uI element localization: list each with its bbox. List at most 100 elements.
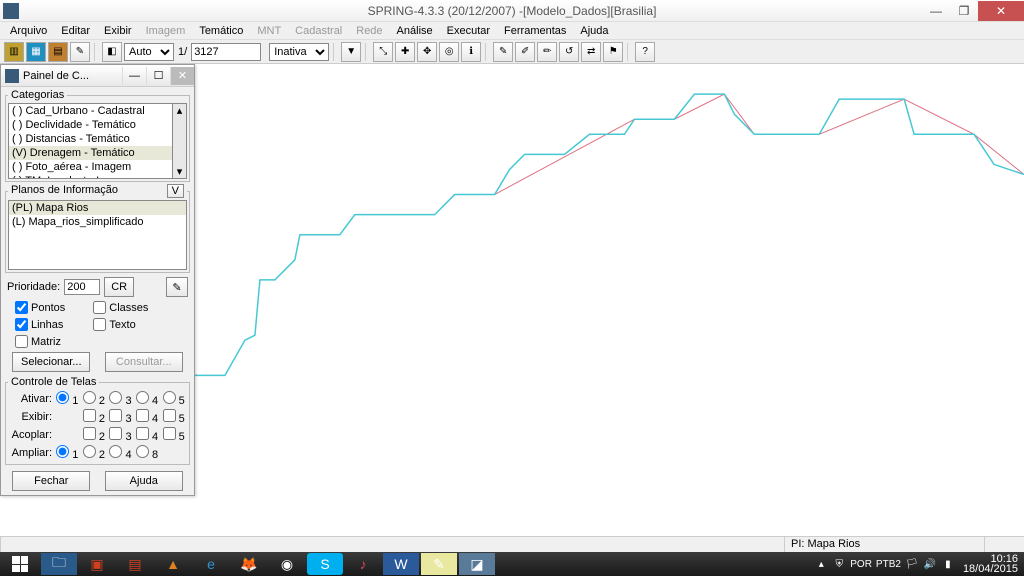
menu-ajuda[interactable]: Ajuda — [574, 25, 614, 37]
tool-pencil-icon[interactable]: ✎ — [70, 42, 90, 62]
telas-ativar-1[interactable] — [56, 391, 69, 404]
scale-mode-select[interactable]: Auto — [124, 43, 174, 61]
chk-classes[interactable]: Classes — [93, 301, 148, 314]
tool-flag-icon[interactable]: ⚑ — [603, 42, 623, 62]
chk-pontos[interactable]: Pontos — [15, 301, 65, 314]
tray-shield-icon[interactable]: ⛨ — [832, 557, 846, 571]
telas-exibir-2[interactable] — [83, 409, 96, 422]
tray-kbd[interactable]: PTB2 — [876, 559, 901, 570]
telas-exibir-3[interactable] — [109, 409, 122, 422]
telas-acoplar-2[interactable] — [83, 427, 96, 440]
task-spring[interactable]: ◪ — [459, 553, 495, 575]
task-word[interactable]: W — [383, 553, 419, 575]
panel-close[interactable]: ✕ — [170, 67, 194, 85]
task-chrome[interactable]: ◉ — [269, 553, 305, 575]
map-canvas[interactable] — [195, 64, 1024, 536]
menu-executar[interactable]: Executar — [441, 25, 496, 37]
panel-maximize[interactable]: ☐ — [146, 67, 170, 85]
tray-net-icon[interactable]: ▮ — [941, 557, 955, 571]
task-office2[interactable]: ▤ — [117, 553, 153, 575]
categoria-item[interactable]: ( ) Foto_aérea - Imagem — [9, 160, 172, 174]
minimize-button[interactable]: — — [922, 1, 950, 21]
telas-ativar-4[interactable] — [136, 391, 149, 404]
tool-panel-icon[interactable]: ◧ — [102, 42, 122, 62]
telas-exibir-5[interactable] — [163, 409, 176, 422]
menu-imagem[interactable]: Imagem — [140, 25, 192, 37]
selecionar-button[interactable]: Selecionar... — [12, 352, 90, 372]
telas-ativar-2[interactable] — [83, 391, 96, 404]
menu-editar[interactable]: Editar — [55, 25, 96, 37]
taskbar[interactable]: 🗀 ▣ ▤ ▲ e 🦊 ◉ S ♪ W ✎ ◪ ▴ ⛨ POR PTB2 🏳 🔊… — [0, 552, 1024, 576]
planos-listbox[interactable]: (PL) Mapa Rios(L) Mapa_rios_simplificado — [8, 200, 187, 270]
tool-info-icon[interactable]: ℹ — [461, 42, 481, 62]
menu-análise[interactable]: Análise — [391, 25, 439, 37]
task-explorer[interactable]: 🗀 — [41, 553, 77, 575]
tray-up-icon[interactable]: ▴ — [814, 557, 828, 571]
scale-input[interactable] — [191, 43, 261, 61]
task-app1[interactable]: ✎ — [421, 553, 457, 575]
tray-clock[interactable]: 10:16 18/04/2015 — [959, 554, 1022, 574]
tray-flag-icon[interactable]: 🏳 — [905, 557, 919, 571]
tool-draw5-icon[interactable]: ⇄ — [581, 42, 601, 62]
tool-layers-icon[interactable]: ▼ — [341, 42, 361, 62]
tool-draw3-icon[interactable]: ✏ — [537, 42, 557, 62]
system-tray[interactable]: ▴ ⛨ POR PTB2 🏳 🔊 ▮ 10:16 18/04/2015 — [814, 554, 1024, 574]
prioridade-input[interactable] — [64, 279, 100, 295]
task-firefox[interactable]: 🦊 — [231, 553, 267, 575]
tool-help-icon[interactable]: ? — [635, 42, 655, 62]
categoria-item[interactable]: ( ) TM_Landsat - Imagem — [9, 174, 172, 179]
task-ie[interactable]: e — [193, 553, 229, 575]
chk-linhas[interactable]: Linhas — [15, 318, 63, 331]
menu-rede[interactable]: Rede — [350, 25, 388, 37]
tool-pan-icon[interactable]: ✥ — [417, 42, 437, 62]
status-select[interactable]: Inativa — [269, 43, 329, 61]
tray-sound-icon[interactable]: 🔊 — [923, 557, 937, 571]
tool-project-icon[interactable]: ▦ — [26, 42, 46, 62]
telas-acoplar-5[interactable] — [163, 427, 176, 440]
close-button[interactable]: ✕ — [978, 1, 1024, 21]
chk-texto[interactable]: Texto — [93, 318, 135, 331]
categorias-listbox[interactable]: ( ) Cad_Urbano - Cadastral( ) Declividad… — [8, 103, 173, 179]
task-office1[interactable]: ▣ — [79, 553, 115, 575]
fechar-button[interactable]: Fechar — [12, 471, 90, 491]
menu-mnt[interactable]: MNT — [251, 25, 287, 37]
ajuda-button[interactable]: Ajuda — [105, 471, 183, 491]
tool-draw4-icon[interactable]: ↺ — [559, 42, 579, 62]
telas-ampliar-1[interactable] — [56, 445, 69, 458]
panel-minimize[interactable]: — — [122, 67, 146, 85]
planos-v-button[interactable]: V — [167, 184, 184, 198]
telas-ativar-5[interactable] — [163, 391, 176, 404]
scrollbar[interactable]: ▴▾ — [173, 103, 187, 179]
consultar-button[interactable]: Consultar... — [105, 352, 183, 372]
task-vlc[interactable]: ▲ — [155, 553, 191, 575]
panel-titlebar[interactable]: Painel de C... — ☐ ✕ — [1, 65, 194, 87]
telas-ativar-3[interactable] — [109, 391, 122, 404]
tool-zoomin-icon[interactable]: ⤡ — [373, 42, 393, 62]
telas-ampliar-2[interactable] — [83, 445, 96, 458]
tool-target-icon[interactable]: ◎ — [439, 42, 459, 62]
telas-exibir-4[interactable] — [136, 409, 149, 422]
categoria-item[interactable]: (V) Drenagem - Temático — [9, 146, 172, 160]
plano-item[interactable]: (L) Mapa_rios_simplificado — [9, 215, 186, 229]
telas-acoplar-4[interactable] — [136, 427, 149, 440]
tool-db-icon[interactable]: ▥ — [4, 42, 24, 62]
task-skype[interactable]: S — [307, 553, 343, 575]
telas-ampliar-8[interactable] — [136, 445, 149, 458]
edit-pencil-button[interactable]: ✎ — [166, 277, 188, 297]
plano-item[interactable]: (PL) Mapa Rios — [9, 201, 186, 215]
menu-exibir[interactable]: Exibir — [98, 25, 138, 37]
chk-matriz[interactable]: Matriz — [15, 335, 61, 348]
tool-zoomfull-icon[interactable]: ✚ — [395, 42, 415, 62]
tool-draw2-icon[interactable]: ✐ — [515, 42, 535, 62]
menu-ferramentas[interactable]: Ferramentas — [498, 25, 572, 37]
categoria-item[interactable]: ( ) Distancias - Temático — [9, 132, 172, 146]
menu-arquivo[interactable]: Arquivo — [4, 25, 53, 37]
categoria-item[interactable]: ( ) Cad_Urbano - Cadastral — [9, 104, 172, 118]
tool-draw1-icon[interactable]: ✎ — [493, 42, 513, 62]
maximize-button[interactable]: ❐ — [950, 1, 978, 21]
start-button[interactable] — [0, 552, 40, 576]
telas-ampliar-4[interactable] — [109, 445, 122, 458]
menu-cadastral[interactable]: Cadastral — [289, 25, 348, 37]
cr-button[interactable]: CR — [104, 277, 134, 297]
telas-acoplar-3[interactable] — [109, 427, 122, 440]
